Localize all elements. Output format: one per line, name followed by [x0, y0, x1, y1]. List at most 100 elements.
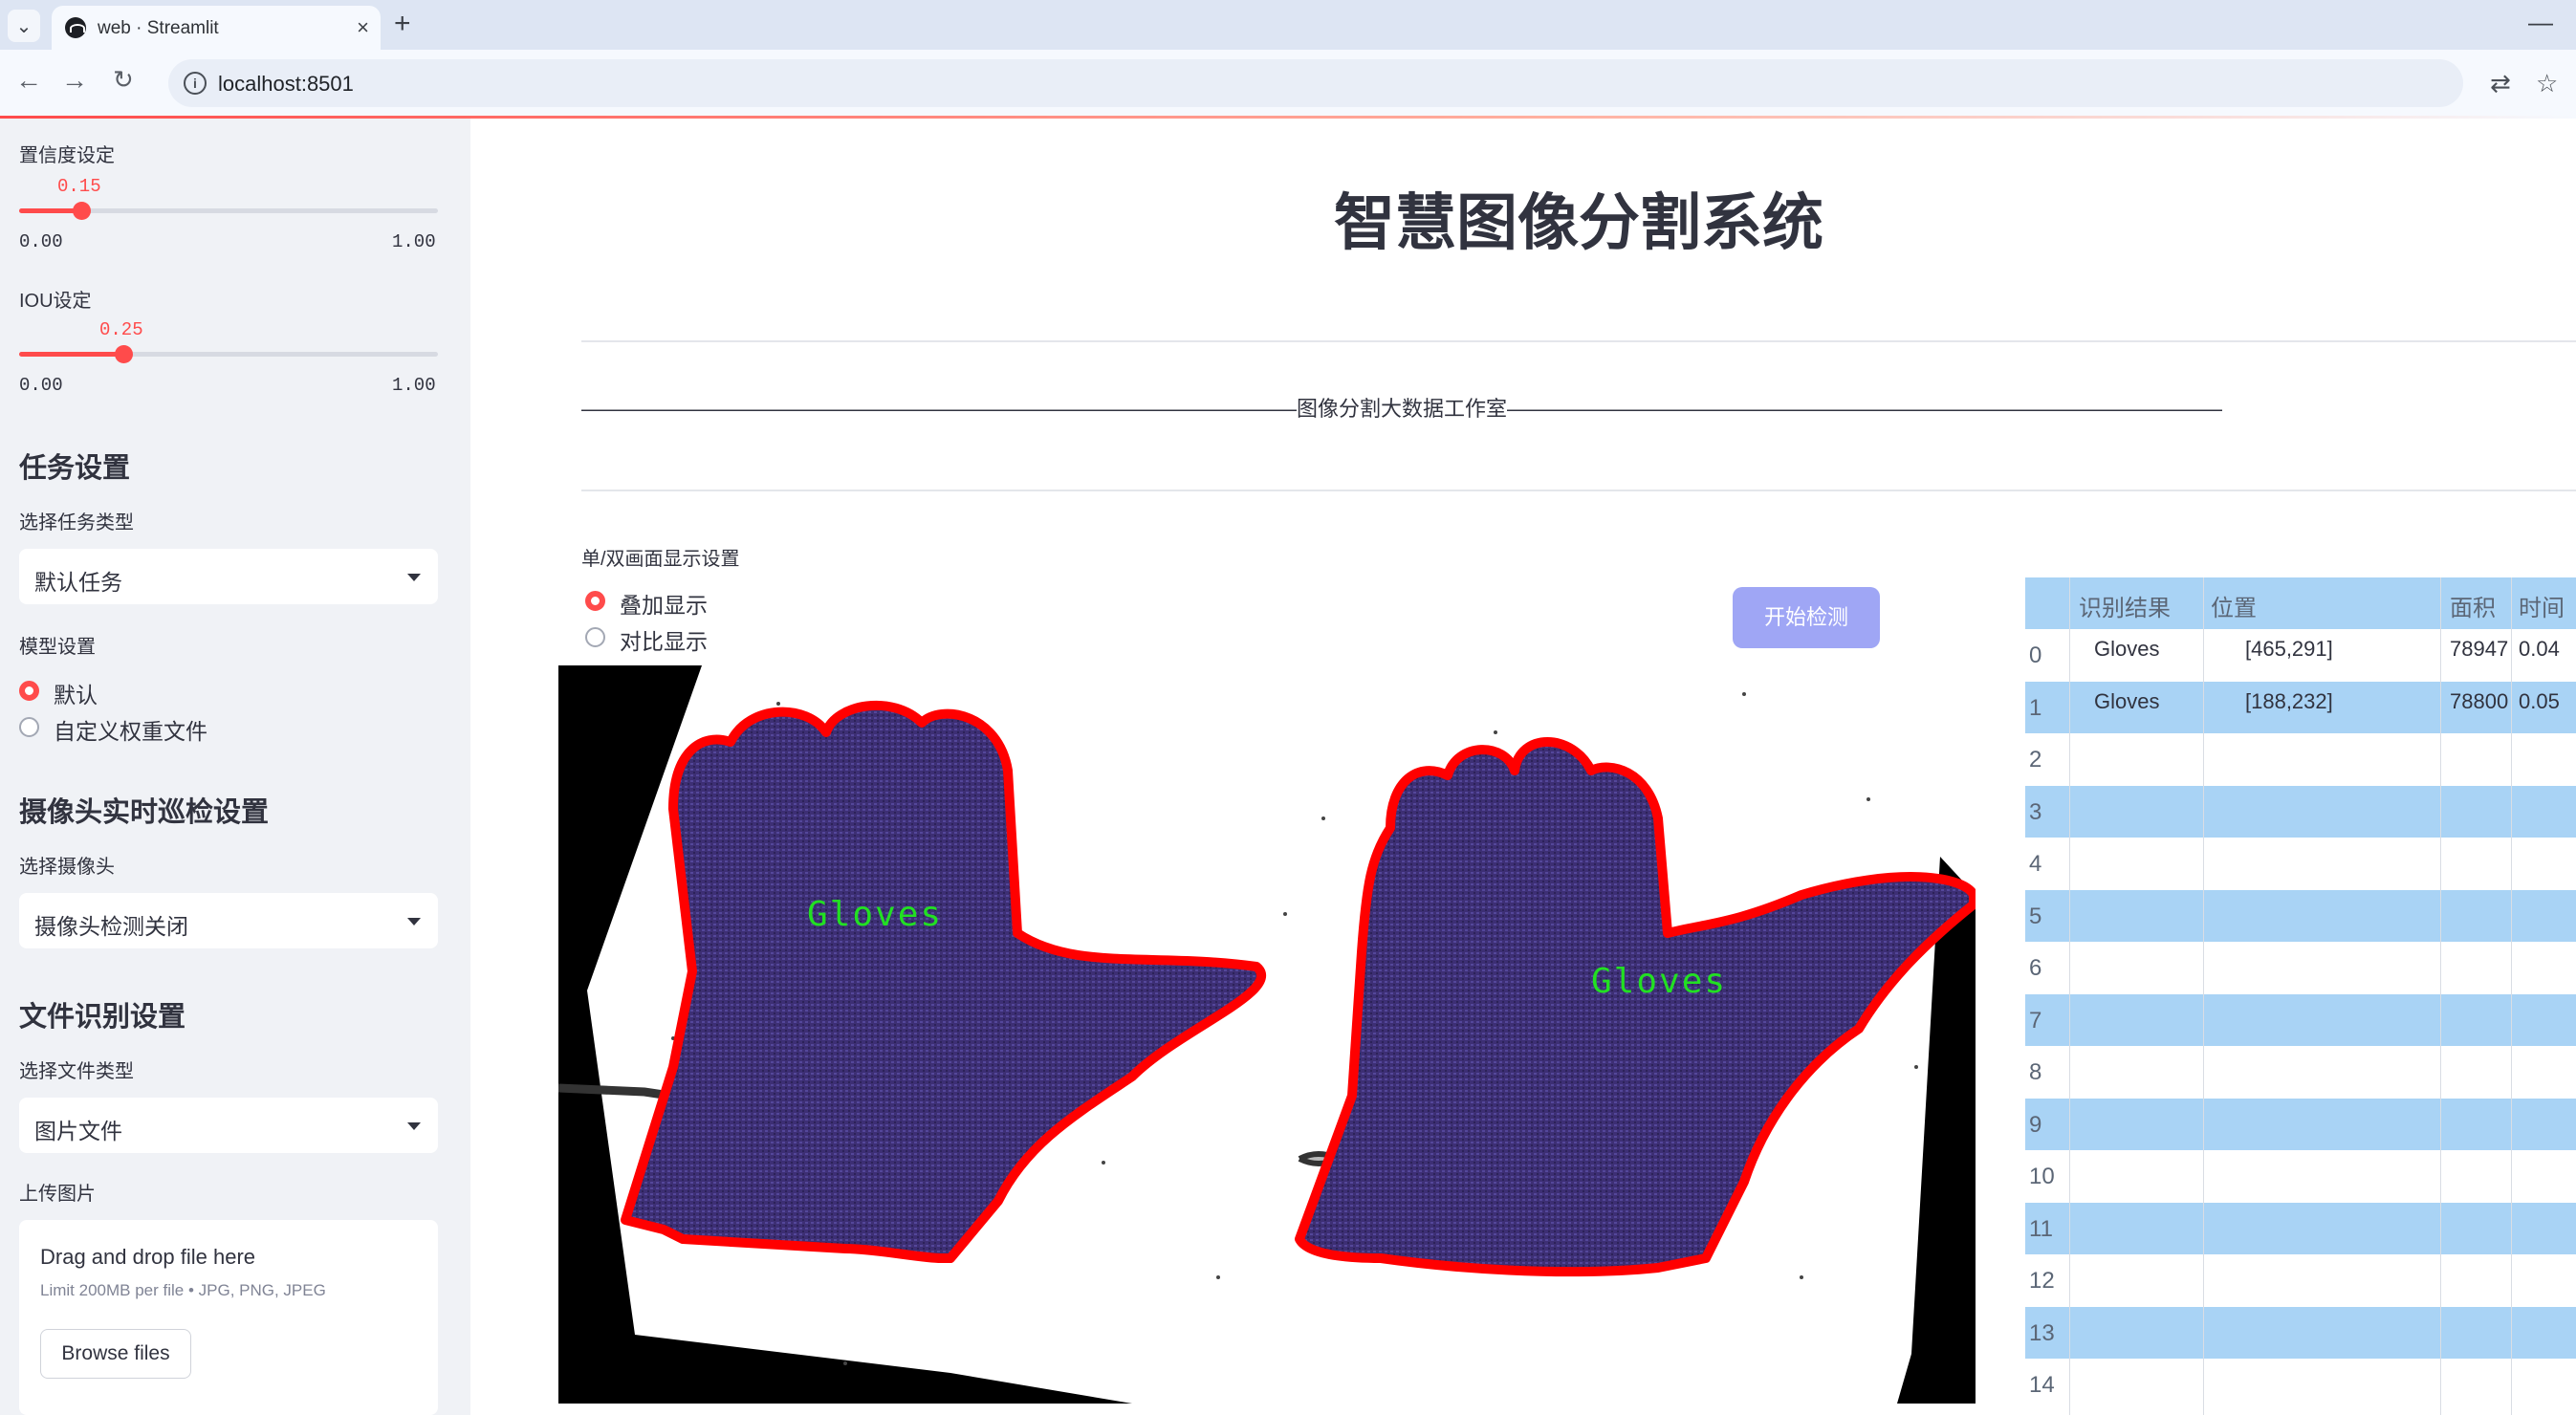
reload-icon[interactable]: ↻ [113, 65, 134, 95]
file-dropzone[interactable]: Drag and drop file here Limit 200MB per … [19, 1220, 438, 1415]
table-row[interactable]: 8 [2025, 1046, 2576, 1099]
table-row[interactable]: 1 Gloves [188,232] 78800 0.05 [2025, 681, 2576, 734]
cell-position: [188,232] [2245, 688, 2333, 713]
file-type-label: 选择文件类型 [19, 1061, 134, 1082]
chevron-down-icon [407, 574, 421, 581]
cell-result: Gloves [2094, 637, 2160, 661]
cell-position: [465,291] [2245, 637, 2333, 661]
browser-tab-bar: ⌄ web · Streamlit × + — [0, 0, 2576, 50]
iou-slider-fill [19, 352, 123, 357]
row-index: 14 [2029, 1372, 2055, 1398]
row-index: 6 [2029, 955, 2042, 981]
chevron-down-icon [407, 918, 421, 925]
start-detection-button[interactable]: 开始检测 [1733, 587, 1880, 648]
camera-select[interactable]: 摄像头检测关闭 [19, 893, 438, 948]
dropzone-subtitle: Limit 200MB per file • JPG, PNG, JPEG [40, 1281, 326, 1299]
row-index: 5 [2029, 903, 2042, 929]
segmentation-result-image: Gloves Gloves [558, 665, 1976, 1404]
table-row[interactable]: 14 [2025, 1359, 2576, 1411]
radio-selected-icon[interactable] [585, 591, 605, 611]
table-row[interactable]: 12 [2025, 1254, 2576, 1307]
table-row[interactable]: 3 [2025, 785, 2576, 838]
browse-files-button[interactable]: Browse files [40, 1329, 191, 1379]
table-row[interactable]: 9 [2025, 1098, 2576, 1151]
file-type-value: 图片文件 [34, 1119, 122, 1143]
forward-arrow-icon[interactable]: → [61, 65, 88, 96]
col-header-result[interactable]: 识别结果 [2079, 589, 2171, 622]
table-col-divider [2440, 577, 2441, 1415]
table-row[interactable]: 2 [2025, 733, 2576, 786]
dropzone-title: Drag and drop file here [40, 1245, 256, 1269]
confidence-label: 置信度设定 [19, 145, 115, 166]
row-index: 0 [2029, 642, 2042, 668]
iou-slider[interactable] [19, 345, 438, 363]
table-row[interactable]: 5 [2025, 889, 2576, 943]
streamlit-favicon-icon [65, 17, 86, 38]
divider-top [581, 340, 2576, 342]
task-type-value: 默认任务 [34, 570, 122, 595]
table-row[interactable]: 13 [2025, 1306, 2576, 1360]
iou-slider-thumb[interactable] [115, 345, 133, 363]
radio-unselected-icon[interactable] [585, 627, 605, 647]
row-index: 1 [2029, 694, 2042, 721]
browser-tab[interactable]: web · Streamlit × [52, 6, 381, 50]
model-option-custom: 自定义权重文件 [54, 719, 207, 744]
col-header-area[interactable]: 面积 [2450, 589, 2496, 622]
sidebar: 置信度设定 0.15 0.00 1.00 IOU设定 0.25 0.00 1.0… [0, 119, 470, 1415]
display-option-compare: 对比显示 [620, 629, 708, 654]
camera-value: 摄像头检测关闭 [34, 914, 188, 939]
table-row[interactable]: 7 [2025, 993, 2576, 1047]
table-row[interactable]: 0 Gloves [465,291] 78947 0.04 [2025, 629, 2576, 682]
confidence-value: 0.15 [57, 176, 101, 197]
model-option-default: 默认 [54, 683, 98, 708]
url-text[interactable]: localhost:8501 [218, 72, 354, 97]
display-mode-label: 单/双画面显示设置 [581, 549, 740, 570]
translate-icon[interactable]: ⇄ [2490, 69, 2511, 98]
site-info-icon[interactable]: i [184, 72, 207, 95]
col-header-position[interactable]: 位置 [2211, 589, 2257, 622]
confidence-slider[interactable] [19, 202, 438, 220]
row-index: 13 [2029, 1319, 2055, 1346]
tab-title: web · Streamlit [98, 18, 219, 38]
table-row[interactable]: 10 [2025, 1150, 2576, 1203]
page-title: 智慧图像分割系统 [1334, 188, 1823, 257]
model-settings-label: 模型设置 [19, 637, 96, 658]
studio-divider-text: ——————————————————————————————————图像分割大数… [581, 397, 2223, 421]
col-header-time[interactable]: 时间 [2519, 589, 2565, 622]
task-type-label: 选择任务类型 [19, 512, 134, 533]
file-settings-header: 文件识别设置 [19, 1002, 186, 1033]
task-settings-header: 任务设置 [19, 453, 131, 484]
task-type-select[interactable]: 默认任务 [19, 549, 438, 604]
back-arrow-icon[interactable]: ← [15, 65, 42, 96]
cell-area: 78800 [2450, 688, 2509, 713]
camera-label: 选择摄像头 [19, 857, 115, 878]
results-table: 识别结果 位置 面积 时间 0 Gloves [465,291] 78947 0.04 1… [2025, 577, 2576, 1415]
radio-selected-icon[interactable] [19, 681, 39, 701]
new-tab-icon[interactable]: + [394, 8, 411, 40]
display-option-overlay: 叠加显示 [620, 593, 708, 618]
camera-settings-header: 摄像头实时巡检设置 [19, 797, 270, 828]
window-minimize-icon[interactable]: — [2528, 8, 2553, 37]
cell-time: 0.04 [2519, 637, 2560, 661]
radio-unselected-icon[interactable] [19, 717, 39, 737]
row-index: 12 [2029, 1268, 2055, 1294]
segmentation-overlay-svg: Gloves Gloves [558, 665, 1976, 1404]
table-row[interactable]: 4 [2025, 838, 2576, 890]
file-type-select[interactable]: 图片文件 [19, 1098, 438, 1153]
address-bar[interactable]: i localhost:8501 [168, 59, 2463, 107]
confidence-slider-thumb[interactable] [73, 202, 91, 220]
row-index: 3 [2029, 798, 2042, 825]
tab-close-icon[interactable]: × [357, 15, 369, 40]
row-index: 8 [2029, 1059, 2042, 1085]
table-row[interactable]: 6 [2025, 942, 2576, 994]
chevron-down-icon [407, 1122, 421, 1130]
row-index: 9 [2029, 1111, 2042, 1138]
row-index: 11 [2029, 1215, 2053, 1242]
table-header: 识别结果 位置 面积 时间 [2025, 577, 2576, 629]
tab-list-chevron-icon[interactable]: ⌄ [8, 10, 40, 42]
iou-label: IOU设定 [19, 291, 92, 312]
table-row[interactable]: 11 [2025, 1202, 2576, 1255]
bookmark-star-icon[interactable]: ☆ [2536, 69, 2558, 98]
detection-label-1: Gloves [1591, 962, 1727, 1001]
confidence-max: 1.00 [392, 231, 436, 252]
